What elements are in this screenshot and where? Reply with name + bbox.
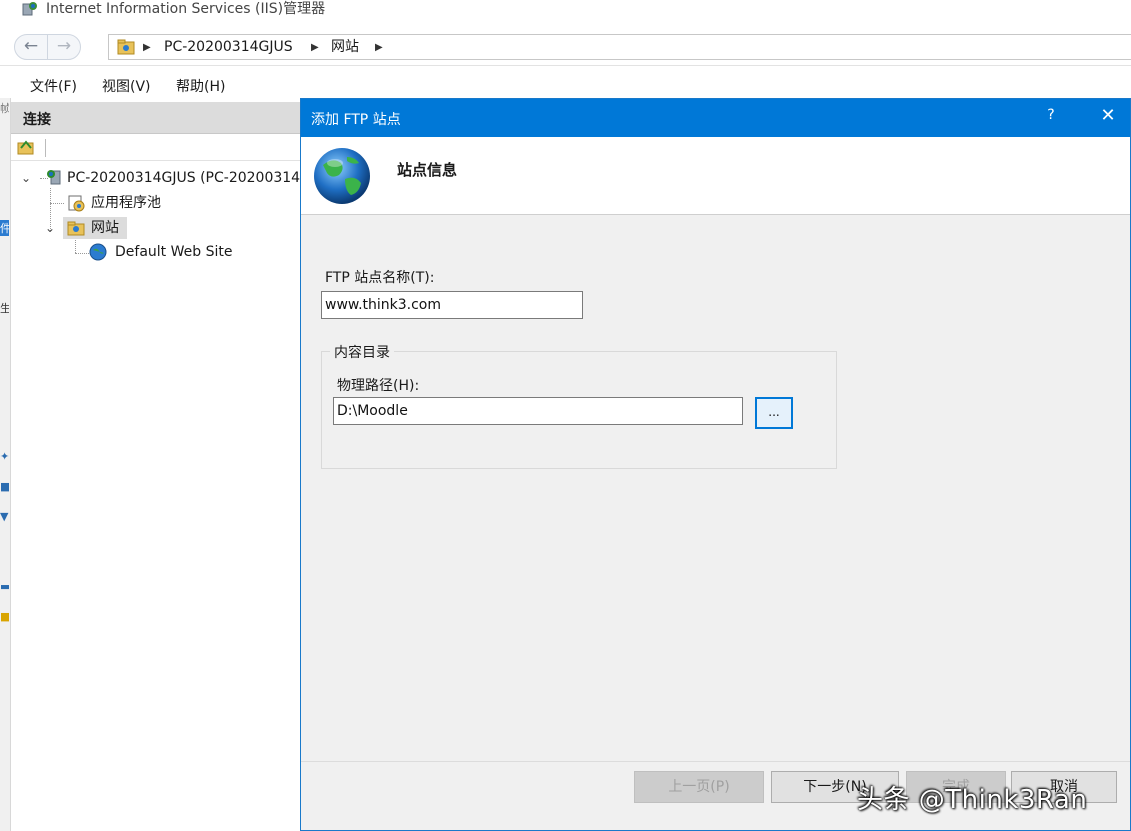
- edge-text: 帧: [0, 102, 9, 115]
- breadcrumb-arrow-icon: ▶: [143, 42, 151, 53]
- breadcrumb-sites[interactable]: 网站: [331, 38, 359, 56]
- ftp-site-name-input[interactable]: www.think3.com: [321, 291, 583, 319]
- chevron-down-icon[interactable]: ⌄: [21, 167, 31, 189]
- breadcrumb-arrow-icon: ▶: [311, 42, 319, 53]
- tree-label: 网站: [91, 220, 119, 236]
- close-button[interactable]: ✕: [1096, 105, 1120, 126]
- tree-item-server[interactable]: ⌄ PC-20200314GJUS (PC-20200314: [11, 167, 301, 189]
- dialog-title: 添加 FTP 站点: [311, 112, 401, 128]
- connections-pane: 连接 ⌄ PC-20200314GJUS (PC-20200314 应用程序池: [11, 98, 301, 831]
- back-button[interactable]: ←: [14, 34, 48, 60]
- connect-icon[interactable]: [17, 139, 35, 155]
- tree-item-sites[interactable]: ⌄ 网站: [11, 217, 211, 239]
- globe-icon: [314, 148, 370, 204]
- content-directory-legend: 内容目录: [330, 342, 394, 362]
- down-arrow-icon: ▼: [0, 510, 9, 523]
- iis-manager-icon: [22, 2, 37, 16]
- connections-title: 连接: [23, 112, 51, 128]
- sites-folder-icon: [67, 221, 85, 236]
- browse-button[interactable]: ...: [755, 397, 793, 429]
- breadcrumb[interactable]: ▶ PC-20200314GJUS ▶ 网站 ▶: [108, 34, 1131, 60]
- folder-icon: ■: [0, 610, 9, 623]
- sites-folder-icon: [117, 39, 135, 55]
- tree-item-app-pools[interactable]: 应用程序池: [11, 192, 211, 214]
- menu-help[interactable]: 帮助(H): [176, 76, 225, 96]
- tree-item-default-web-site[interactable]: Default Web Site: [11, 241, 271, 263]
- dialog-header: 站点信息: [301, 137, 1130, 215]
- dialog-titlebar: 添加 FTP 站点 ? ✕: [301, 99, 1130, 137]
- add-ftp-site-dialog: 添加 FTP 站点 ? ✕ 站点信息 FTP 站点名称(T): www.thin…: [300, 98, 1131, 831]
- ftp-site-name-label: FTP 站点名称(T):: [325, 270, 435, 286]
- connections-header: 连接: [11, 102, 301, 134]
- connections-toolbar: [11, 135, 301, 161]
- menu-view[interactable]: 视图(V): [102, 76, 151, 96]
- app-pool-icon: [68, 195, 85, 212]
- tree-label: 应用程序池: [91, 195, 161, 211]
- physical-path-label: 物理路径(H):: [337, 378, 420, 394]
- breadcrumb-server[interactable]: PC-20200314GJUS: [164, 38, 293, 56]
- tree-label: PC-20200314GJUS (PC-20200314: [67, 170, 301, 186]
- footer-divider: [301, 761, 1130, 762]
- pin-icon: ✦: [0, 450, 9, 463]
- help-button[interactable]: ?: [1041, 107, 1061, 123]
- menu-file[interactable]: 文件(F): [30, 76, 77, 96]
- website-globe-icon: [89, 243, 107, 261]
- address-bar: ← → ▶ PC-20200314GJUS ▶ 网站 ▶: [0, 28, 1131, 66]
- window-title: Internet Information Services (IIS)管理器: [46, 1, 326, 17]
- breadcrumb-arrow-icon: ▶: [375, 42, 383, 53]
- window-titlebar: Internet Information Services (IIS)管理器: [0, 0, 1131, 22]
- server-icon: ▬: [0, 580, 9, 593]
- edge-text: 件: [0, 220, 9, 236]
- previous-button[interactable]: 上一页(P): [634, 771, 764, 803]
- forward-button[interactable]: →: [47, 34, 81, 60]
- chevron-down-icon[interactable]: ⌄: [45, 217, 55, 239]
- tree-label: Default Web Site: [115, 244, 233, 260]
- edge-text: 生: [0, 302, 9, 315]
- physical-path-input[interactable]: D:\Moodle: [333, 397, 743, 425]
- server-icon: [47, 170, 61, 185]
- toolbar-divider: [45, 139, 46, 157]
- square-icon: ■: [0, 480, 9, 493]
- menu-bar: 文件(F) 视图(V) 帮助(H): [0, 70, 1131, 98]
- watermark-text: 头条 @Think3Ran: [857, 785, 1088, 815]
- dialog-heading: 站点信息: [397, 161, 458, 179]
- background-window-edge: 帧 件 生 ✦ ■ ▼ ▬ ■: [0, 98, 11, 831]
